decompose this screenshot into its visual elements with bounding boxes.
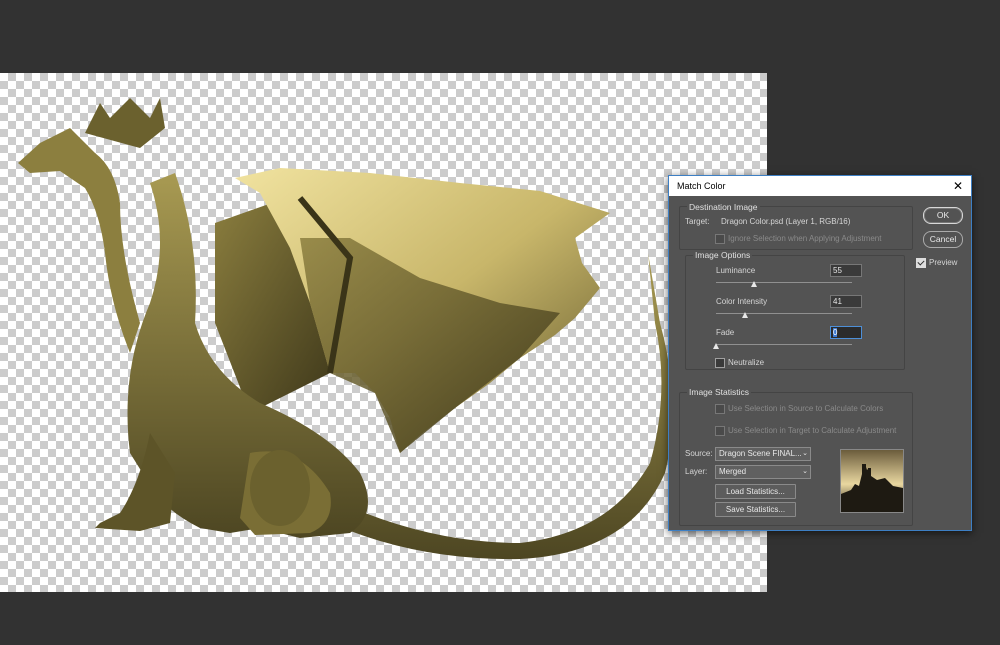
color-intensity-slider-track[interactable]: [716, 313, 852, 314]
target-value: Dragon Color.psd (Layer 1, RGB/16): [721, 217, 851, 226]
luminance-slider-track[interactable]: [716, 282, 852, 283]
luminance-input[interactable]: 55: [830, 264, 862, 277]
source-label: Source:: [685, 449, 713, 458]
fade-label: Fade: [716, 328, 735, 337]
image-statistics-header: Image Statistics: [687, 387, 751, 397]
document-canvas[interactable]: [0, 73, 767, 592]
use-selection-target-checkbox[interactable]: [715, 426, 725, 436]
luminance-slider-thumb[interactable]: [751, 281, 757, 287]
fade-slider-track[interactable]: [716, 344, 852, 345]
luminance-label: Luminance: [716, 266, 756, 275]
chevron-down-icon: ⌄: [802, 468, 808, 475]
destination-header: Destination Image: [687, 202, 760, 212]
source-thumbnail: [840, 449, 904, 513]
color-intensity-input[interactable]: 41: [830, 295, 862, 308]
image-options-header: Image Options: [693, 250, 753, 260]
use-selection-source-checkbox[interactable]: [715, 404, 725, 414]
fade-value: 0: [833, 328, 838, 337]
color-intensity-slider-thumb[interactable]: [742, 312, 748, 318]
match-color-dialog: Match Color ✕ Destination Image Target: …: [668, 175, 972, 531]
castle-scene-image: [841, 450, 903, 512]
preview-label: Preview: [929, 258, 958, 267]
use-selection-source-label: Use Selection in Source to Calculate Col…: [728, 404, 884, 413]
load-statistics-button[interactable]: Load Statistics...: [715, 484, 796, 499]
ignore-selection-label: Ignore Selection when Applying Adjustmen…: [728, 234, 882, 243]
neutralize-checkbox[interactable]: [715, 358, 725, 368]
close-icon[interactable]: ✕: [953, 179, 963, 193]
layer-label: Layer:: [685, 467, 708, 476]
dialog-title: Match Color: [677, 181, 726, 191]
dragon-image: [18, 98, 673, 560]
source-dropdown[interactable]: Dragon Scene FINAL... ⌄: [715, 447, 811, 461]
dialog-titlebar: Match Color ✕: [669, 176, 971, 196]
save-statistics-button[interactable]: Save Statistics...: [715, 502, 796, 517]
target-label: Target:: [685, 217, 710, 226]
fade-slider-thumb[interactable]: [713, 343, 719, 349]
ignore-selection-checkbox[interactable]: [715, 234, 725, 244]
layer-value: Merged: [719, 467, 747, 476]
neutralize-label: Neutralize: [728, 358, 765, 367]
layer-dropdown[interactable]: Merged ⌄: [715, 465, 811, 479]
ok-button[interactable]: OK: [923, 207, 963, 224]
fade-input[interactable]: 0: [830, 326, 862, 339]
chevron-down-icon: ⌄: [802, 450, 808, 457]
source-value: Dragon Scene FINAL...: [719, 449, 802, 458]
cancel-button[interactable]: Cancel: [923, 231, 963, 248]
color-intensity-label: Color Intensity: [716, 297, 768, 306]
neck-head: [18, 128, 140, 353]
preview-checkbox[interactable]: [916, 258, 926, 268]
use-selection-target-label: Use Selection in Target to Calculate Adj…: [728, 426, 897, 435]
